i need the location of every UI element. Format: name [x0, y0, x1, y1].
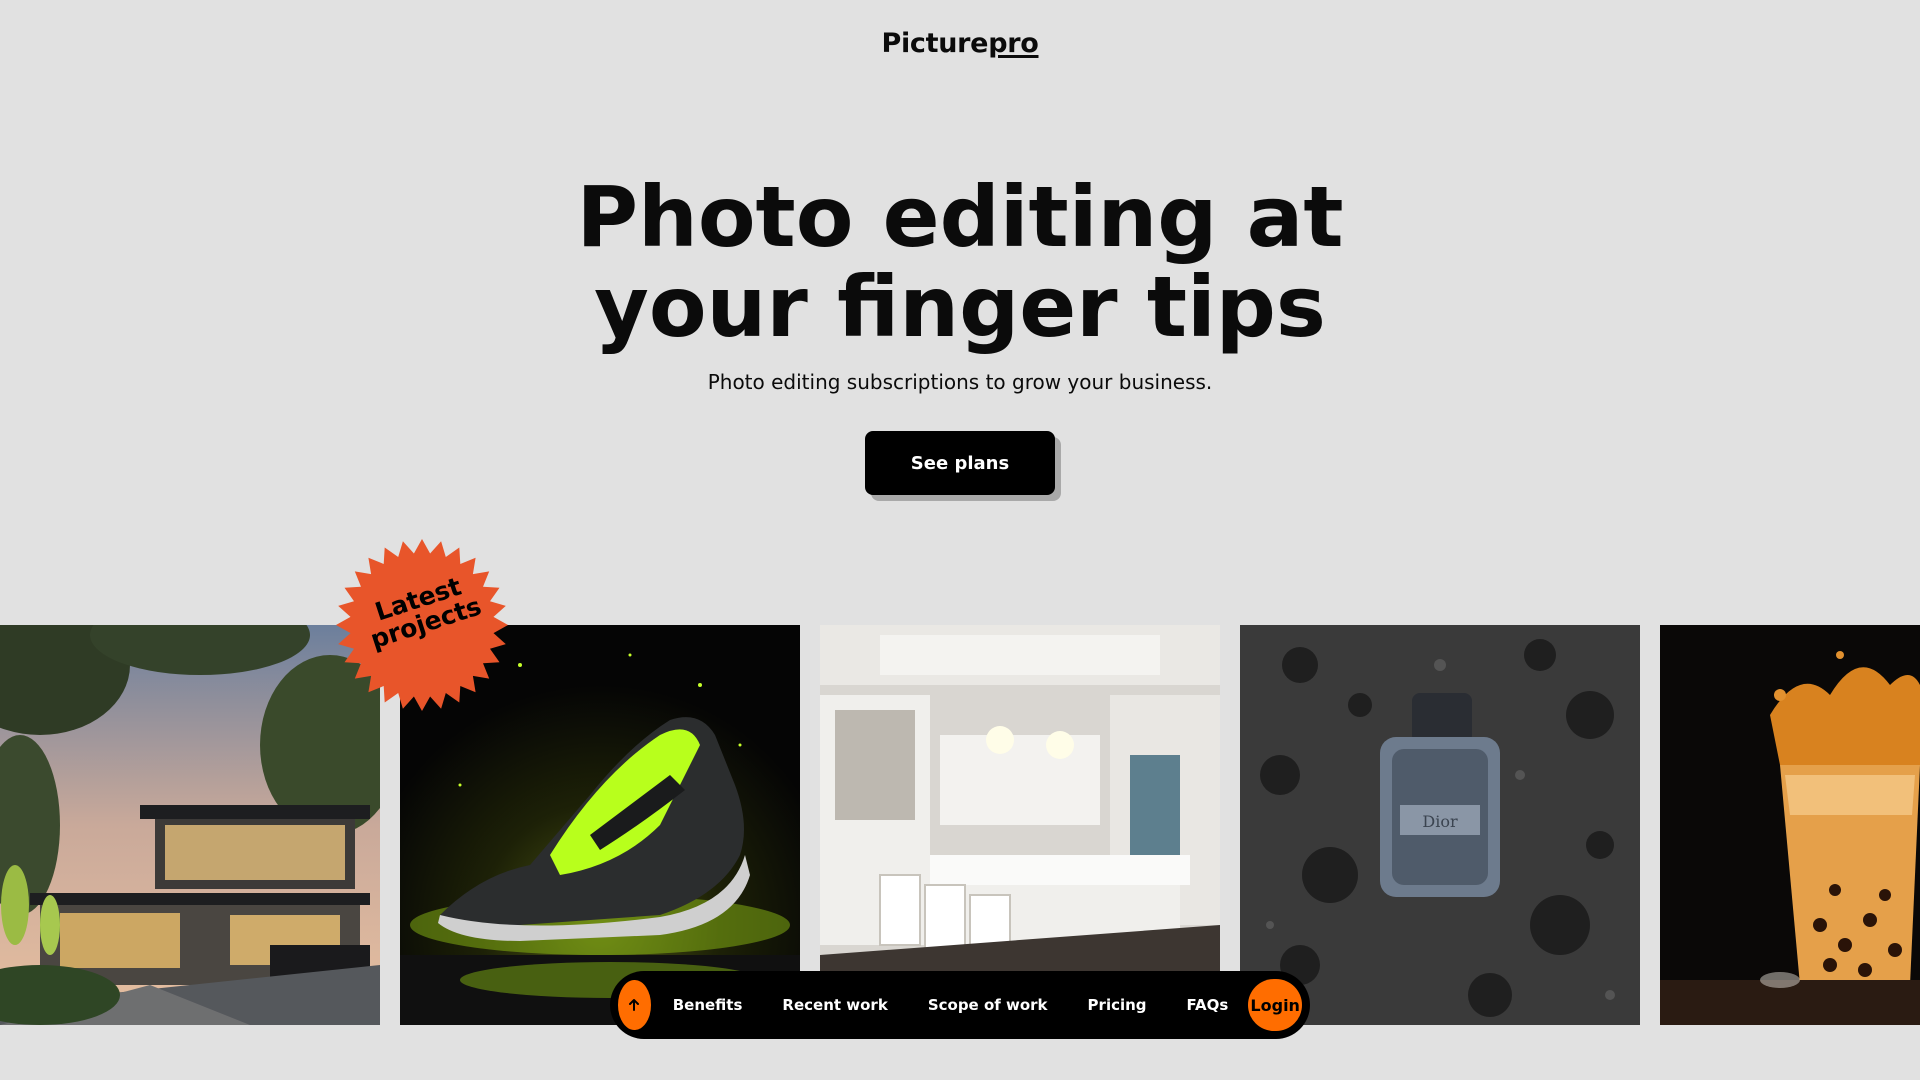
scroll-top-button[interactable] [618, 980, 651, 1030]
arrow-up-icon [629, 999, 640, 1011]
latest-projects-badge: Latest projects [333, 536, 511, 714]
gallery-item-bubble-tea[interactable] [1660, 625, 1920, 1025]
dior-label: Dior [1422, 812, 1458, 831]
latest-projects-gallery: Dior [0, 625, 1920, 1025]
kitchen-photo [820, 625, 1220, 1025]
nav-item-recent-work[interactable]: Recent work [782, 996, 887, 1014]
nav-item-scope-of-work[interactable]: Scope of work [928, 996, 1048, 1014]
hero-title-line-1: Photo editing at [576, 168, 1344, 266]
bubble-tea-photo [1660, 625, 1920, 1025]
logo-main-text: Picture [881, 28, 989, 59]
nav-item-benefits[interactable]: Benefits [673, 996, 743, 1014]
perfume-photo: Dior [1240, 625, 1640, 1025]
gallery-item-house[interactable] [0, 625, 380, 1025]
nav-item-pricing[interactable]: Pricing [1088, 996, 1147, 1014]
house-photo [0, 625, 380, 1025]
bottom-nav: Benefits Recent work Scope of work Prici… [610, 971, 1310, 1039]
hero-subtitle: Photo editing subscriptions to grow your… [707, 370, 1213, 394]
gallery-item-kitchen[interactable] [820, 625, 1220, 1025]
site-logo[interactable]: Picturepro [0, 28, 1920, 59]
nav-item-faqs[interactable]: FAQs [1187, 996, 1229, 1014]
see-plans-button[interactable]: See plans [865, 431, 1055, 495]
logo-accent-text: pro [988, 28, 1039, 59]
gallery-item-perfume[interactable]: Dior [1240, 625, 1640, 1025]
hero-title: Photo editing at your finger tips [0, 172, 1920, 352]
login-button[interactable]: Login [1248, 979, 1302, 1031]
see-plans-cta: See plans [865, 431, 1061, 501]
hero-title-line-2: your finger tips [594, 258, 1326, 356]
